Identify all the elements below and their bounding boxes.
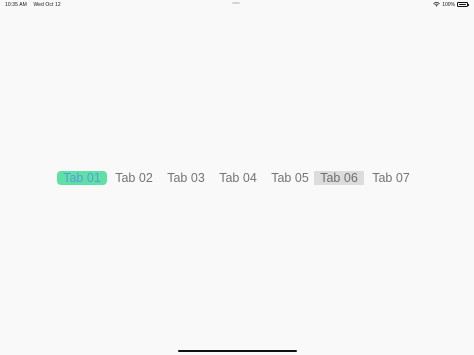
multitasking-indicator[interactable] <box>232 2 240 4</box>
tab-05[interactable]: Tab 05 <box>265 171 315 185</box>
wifi-icon <box>433 2 440 7</box>
tab-01[interactable]: Tab 01 <box>57 171 107 185</box>
tab-02[interactable]: Tab 02 <box>109 171 159 185</box>
tab-06[interactable]: Tab 06 <box>314 171 364 185</box>
tab-04[interactable]: Tab 04 <box>213 171 263 185</box>
tab-bar: Tab 01 Tab 02 Tab 03 Tab 04 Tab 05 Tab 0… <box>57 171 417 185</box>
status-bar: 10:35 AM Wed Oct 12 100% <box>0 0 474 9</box>
status-date: Wed Oct 12 <box>33 2 61 8</box>
battery-percent: 100% <box>442 1 455 8</box>
status-time-date: 10:35 AM Wed Oct 12 <box>5 2 61 8</box>
battery-icon <box>457 2 469 7</box>
status-time: 10:35 AM <box>5 2 27 8</box>
home-indicator[interactable] <box>178 350 297 352</box>
tab-03[interactable]: Tab 03 <box>161 171 211 185</box>
status-indicators: 100% <box>433 1 469 8</box>
tab-07[interactable]: Tab 07 <box>366 171 416 185</box>
